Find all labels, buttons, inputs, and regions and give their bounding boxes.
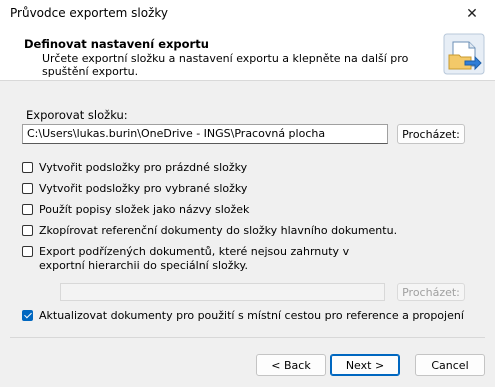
checkbox[interactable]: [22, 225, 33, 236]
option-use-folder-descriptions[interactable]: Použít popisy složek jako názvy složek: [22, 203, 249, 217]
checkbox[interactable]: [22, 204, 33, 215]
window-title: Průvodce exportem složky: [10, 6, 169, 20]
export-folder-icon: [443, 33, 485, 75]
export-folder-label: Exporovat složku:: [26, 108, 128, 122]
page-description: Určete exportní složku a nastavení expor…: [42, 52, 409, 78]
option-label: Aktualizovat dokumenty pro použití s mís…: [39, 309, 464, 322]
option-label: Vytvořit podsložky pro prázdné složky: [39, 161, 248, 174]
checkbox[interactable]: [22, 183, 33, 194]
option-create-selected-subfolders[interactable]: Vytvořit podsložky pro vybrané složky: [22, 182, 247, 196]
checkbox-checked[interactable]: [22, 310, 33, 321]
option-export-child-docs[interactable]: Export podřízených dokumentů, které nejs…: [22, 245, 352, 273]
title-bar: Průvodce exportem složky ✕: [0, 0, 495, 28]
option-label: Vytvořit podsložky pro vybrané složky: [39, 182, 248, 195]
footer-divider: [10, 337, 485, 338]
wizard-header: Definovat nastavení exportu Určete expor…: [0, 28, 495, 81]
checkbox[interactable]: [22, 162, 33, 173]
special-folder-input: [60, 283, 385, 301]
option-create-empty-subfolders[interactable]: Vytvořit podsložky pro prázdné složky: [22, 161, 247, 175]
close-icon: ✕: [466, 6, 478, 22]
special-folder-browse-button: Procházet:: [397, 283, 465, 301]
option-label: Použít popisy složek jako názvy složek: [39, 203, 250, 216]
page-title: Definovat nastavení exportu: [24, 37, 209, 51]
browse-button[interactable]: Procházet:: [397, 124, 465, 144]
back-button[interactable]: < Back: [256, 354, 326, 376]
option-copy-reference-docs[interactable]: Zkopírovat referenční dokumenty do složk…: [22, 224, 397, 238]
checkbox[interactable]: [22, 246, 33, 257]
cancel-button[interactable]: Cancel: [415, 354, 485, 376]
option-update-local-paths[interactable]: Aktualizovat dokumenty pro použití s mís…: [22, 309, 464, 323]
option-label: Export podřízených dokumentů, které nejs…: [39, 245, 350, 272]
option-label: Zkopírovat referenční dokumenty do složk…: [39, 224, 398, 237]
next-button[interactable]: Next >: [330, 354, 400, 376]
export-path-input[interactable]: C:\Users\lukas.burin\OneDrive - INGS\Pra…: [22, 124, 388, 144]
close-button[interactable]: ✕: [449, 0, 495, 28]
